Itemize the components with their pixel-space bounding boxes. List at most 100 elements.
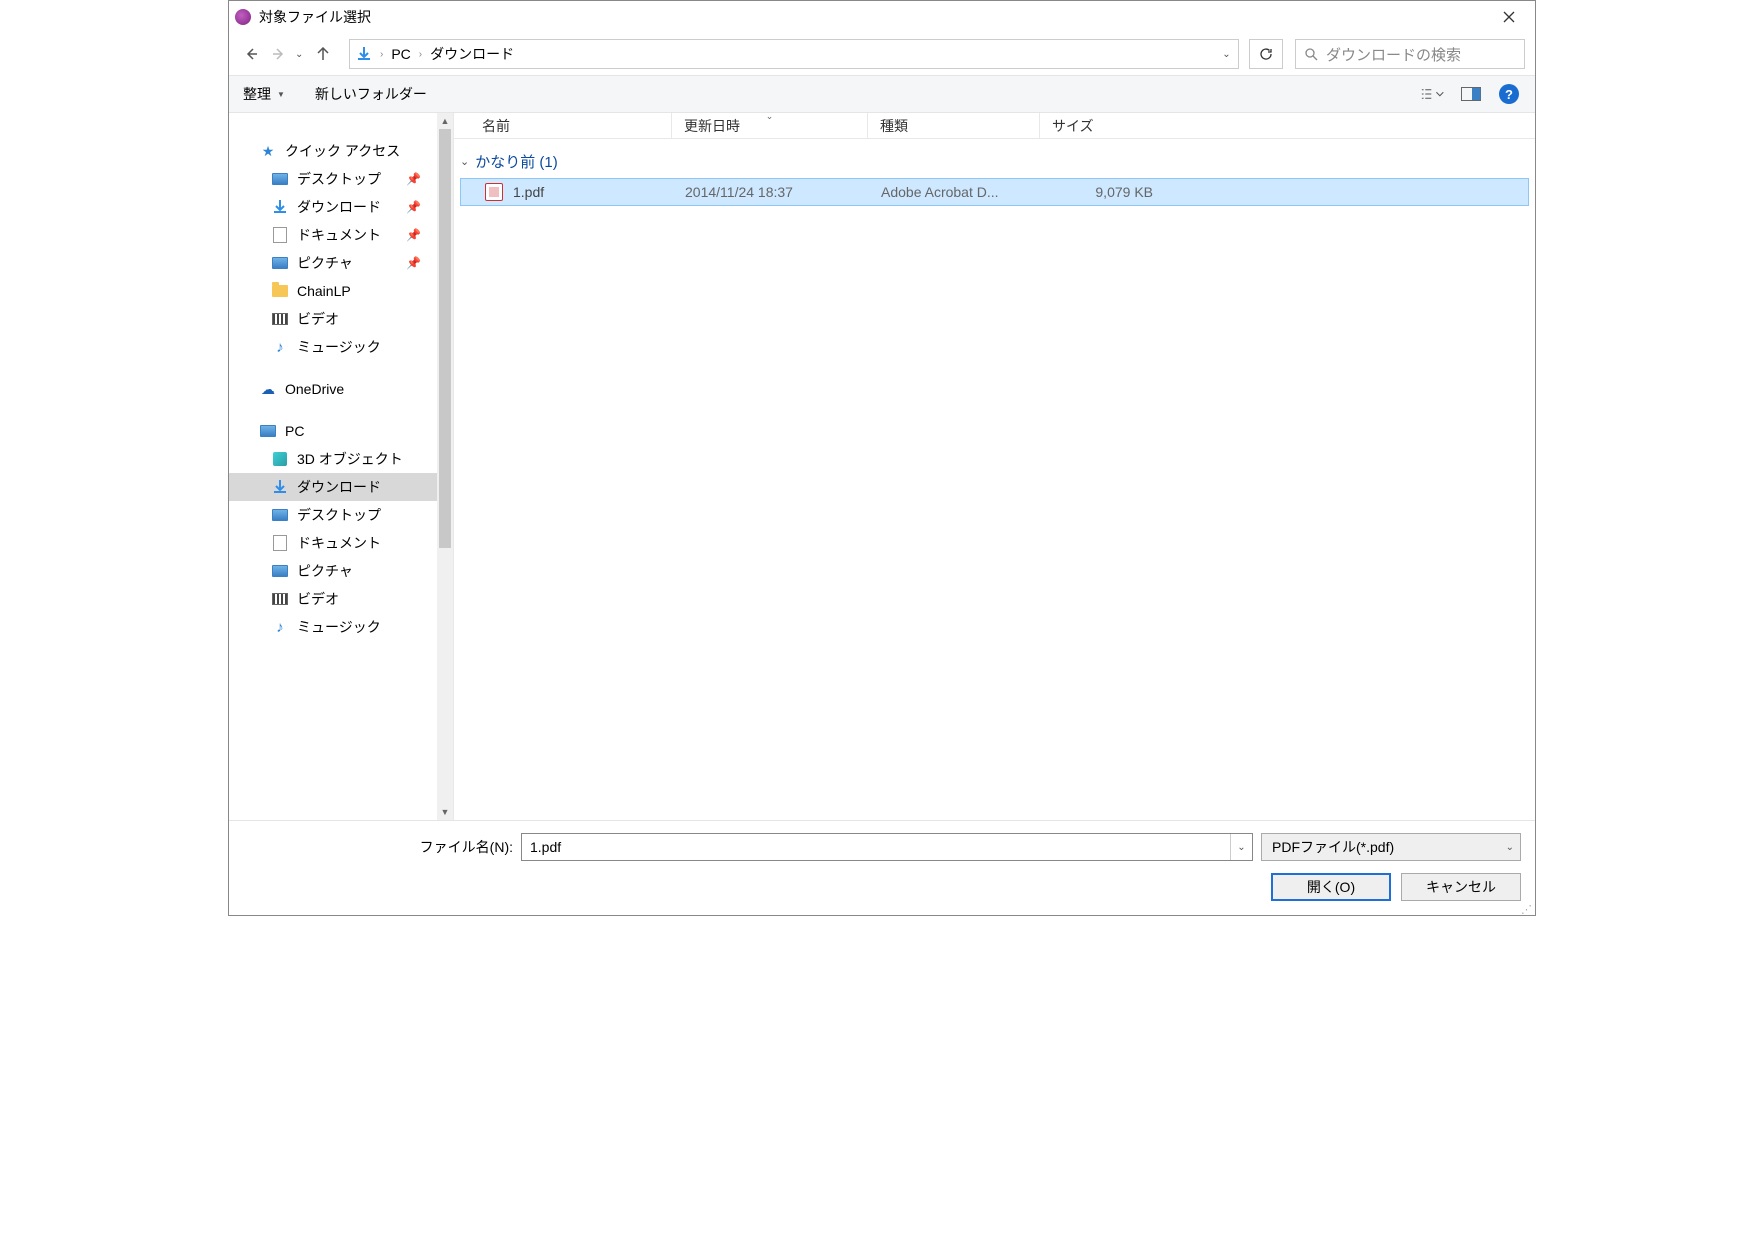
close-button[interactable] <box>1489 1 1529 33</box>
sidebar-item-chainlp[interactable]: ChainLP <box>229 277 437 305</box>
sidebar-item-downloads-pc[interactable]: ダウンロード <box>229 473 437 501</box>
chevron-right-icon[interactable]: › <box>378 49 385 60</box>
main-area: ★ クイック アクセス デスクトップ📌 ダウンロード📌 ドキュメント📌 ピクチャ… <box>229 113 1535 820</box>
close-icon <box>1503 11 1515 23</box>
sidebar-item-desktop[interactable]: デスクトップ📌 <box>229 165 437 193</box>
pin-icon: 📌 <box>406 172 429 186</box>
navigation-tree: ★ クイック アクセス デスクトップ📌 ダウンロード📌 ドキュメント📌 ピクチャ… <box>229 113 437 820</box>
resize-grip[interactable]: ⋰ <box>1521 907 1533 913</box>
organize-label: 整理 <box>243 84 271 104</box>
file-list-pane: 名前 ⌄更新日時 種類 サイズ ⌄ かなり前 (1) 1.pdf 2014/11… <box>453 113 1535 820</box>
address-bar[interactable]: › PC › ダウンロード ⌄ <box>349 39 1239 69</box>
sidebar-item-videos-pc[interactable]: ビデオ <box>229 585 437 613</box>
sidebar-item-documents-pc[interactable]: ドキュメント <box>229 529 437 557</box>
cancel-button[interactable]: キャンセル <box>1401 873 1521 901</box>
column-name[interactable]: 名前 <box>454 113 672 138</box>
back-button[interactable] <box>239 42 263 66</box>
column-kind[interactable]: 種類 <box>868 113 1040 138</box>
open-button[interactable]: 開く(O) <box>1271 873 1391 901</box>
chevron-down-icon: ⌄ <box>1506 842 1514 853</box>
onedrive-node[interactable]: ☁OneDrive <box>229 375 437 403</box>
up-button[interactable] <box>311 42 335 66</box>
column-headers: 名前 ⌄更新日時 種類 サイズ <box>454 113 1535 139</box>
arrow-right-icon <box>272 47 286 61</box>
preview-pane-button[interactable] <box>1459 82 1483 106</box>
new-folder-button[interactable]: 新しいフォルダー <box>315 84 427 104</box>
sidebar-item-documents[interactable]: ドキュメント📌 <box>229 221 437 249</box>
cloud-icon: ☁ <box>259 380 277 398</box>
chevron-down-icon: ⌄ <box>460 155 469 168</box>
breadcrumb-pc[interactable]: PC <box>385 40 416 68</box>
arrow-up-icon <box>316 47 330 61</box>
sidebar-item-downloads[interactable]: ダウンロード📌 <box>229 193 437 221</box>
star-icon: ★ <box>259 142 277 160</box>
quick-access-node[interactable]: ★ クイック アクセス <box>229 137 437 165</box>
forward-button <box>267 42 291 66</box>
column-date[interactable]: ⌄更新日時 <box>672 113 868 138</box>
video-icon <box>272 313 288 325</box>
chevron-right-icon[interactable]: › <box>417 49 424 60</box>
pin-icon: 📌 <box>406 228 429 242</box>
nav-bar: ⌄ › PC › ダウンロード ⌄ ダウンロードの検索 <box>229 33 1535 75</box>
scroll-thumb[interactable] <box>439 129 451 548</box>
group-header[interactable]: ⌄ かなり前 (1) <box>454 147 1535 178</box>
music-icon: ♪ <box>271 618 289 636</box>
help-button[interactable]: ? <box>1497 82 1521 106</box>
pc-node[interactable]: PC <box>229 417 437 445</box>
search-placeholder: ダウンロードの検索 <box>1326 44 1461 65</box>
sidebar-item-pictures[interactable]: ピクチャ📌 <box>229 249 437 277</box>
file-kind: Adobe Acrobat D... <box>869 184 1041 200</box>
filename-input[interactable] <box>522 839 1230 855</box>
filename-dropdown[interactable]: ⌄ <box>1230 834 1252 860</box>
sort-indicator-icon: ⌄ <box>766 111 774 122</box>
desktop-icon <box>272 173 288 185</box>
sidebar-item-music-pc[interactable]: ♪ミュージック <box>229 613 437 641</box>
download-icon <box>271 198 289 216</box>
filename-label: ファイル名(N): <box>243 837 513 857</box>
breadcrumb-downloads[interactable]: ダウンロード <box>424 40 520 68</box>
pin-icon: 📌 <box>406 256 429 270</box>
file-type-filter-label: PDFファイル(*.pdf) <box>1272 837 1394 857</box>
preview-pane-icon <box>1461 87 1481 101</box>
address-dropdown[interactable]: ⌄ <box>1214 40 1238 68</box>
quick-access-label: クイック アクセス <box>285 141 400 161</box>
window-title: 対象ファイル選択 <box>259 7 1489 27</box>
search-icon <box>1304 47 1318 61</box>
recent-locations-button[interactable]: ⌄ <box>295 49 307 60</box>
filename-combobox[interactable]: ⌄ <box>521 833 1253 861</box>
picture-icon <box>272 565 288 577</box>
video-icon <box>272 593 288 605</box>
sidebar-scrollbar[interactable]: ▲ ▼ <box>437 113 453 820</box>
help-icon: ? <box>1499 84 1519 104</box>
file-size: 9,079 KB <box>1041 184 1169 200</box>
sidebar-item-music[interactable]: ♪ミュージック <box>229 333 437 361</box>
sidebar-item-3d-objects[interactable]: 3D オブジェクト <box>229 445 437 473</box>
sidebar-item-desktop-pc[interactable]: デスクトップ <box>229 501 437 529</box>
refresh-button[interactable] <box>1249 39 1283 69</box>
scroll-up-arrow[interactable]: ▲ <box>437 113 453 129</box>
caret-down-icon: ▼ <box>277 90 285 99</box>
sidebar-item-videos[interactable]: ビデオ <box>229 305 437 333</box>
document-icon <box>273 227 287 243</box>
scroll-down-arrow[interactable]: ▼ <box>437 804 453 820</box>
desktop-icon <box>272 509 288 521</box>
search-box[interactable]: ダウンロードの検索 <box>1295 39 1525 69</box>
document-icon <box>273 535 287 551</box>
folder-icon <box>272 285 288 297</box>
file-list: ⌄ かなり前 (1) 1.pdf 2014/11/24 18:37 Adobe … <box>454 139 1535 820</box>
sidebar-item-pictures-pc[interactable]: ピクチャ <box>229 557 437 585</box>
file-type-filter[interactable]: PDFファイル(*.pdf) ⌄ <box>1261 833 1521 861</box>
new-folder-label: 新しいフォルダー <box>315 84 427 104</box>
3d-objects-icon <box>273 452 287 466</box>
file-row[interactable]: 1.pdf 2014/11/24 18:37 Adobe Acrobat D..… <box>460 178 1529 206</box>
pdf-file-icon <box>485 183 503 201</box>
organize-menu[interactable]: 整理 ▼ <box>243 84 285 104</box>
app-icon <box>235 9 251 25</box>
toolbar: 整理 ▼ 新しいフォルダー ? <box>229 75 1535 113</box>
title-bar: 対象ファイル選択 <box>229 1 1535 33</box>
file-open-dialog: 対象ファイル選択 ⌄ › PC › ダウンロード ⌄ <box>228 0 1536 916</box>
download-icon <box>271 478 289 496</box>
arrow-left-icon <box>244 47 258 61</box>
column-size[interactable]: サイズ <box>1040 113 1168 138</box>
view-options-button[interactable] <box>1421 82 1445 106</box>
